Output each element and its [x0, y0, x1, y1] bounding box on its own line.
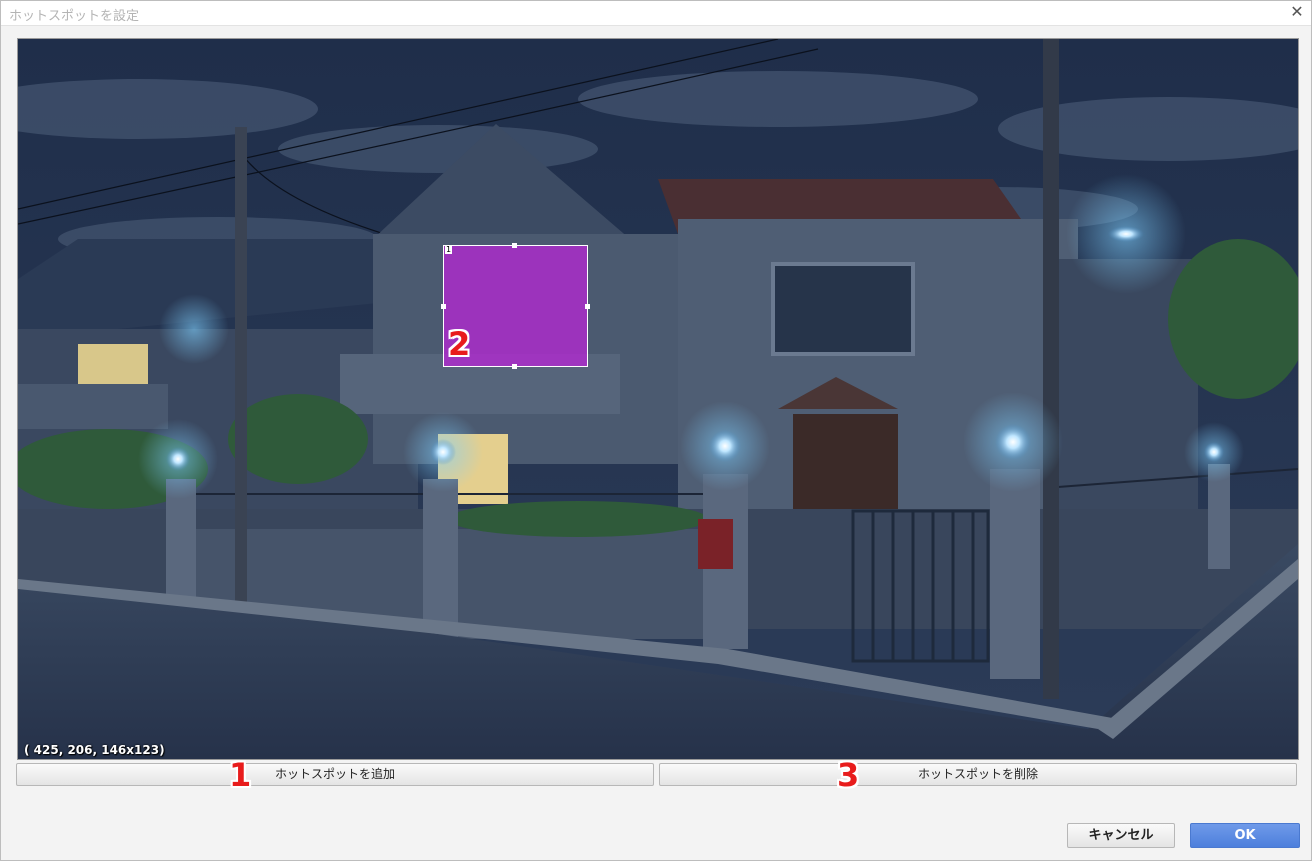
dialog-title: ホットスポットを設定	[9, 9, 140, 24]
resize-handle-right[interactable]	[585, 304, 590, 309]
delete-hotspot-button[interactable]: ホットスポットを削除	[659, 763, 1297, 786]
resize-handle-bottom[interactable]	[512, 364, 517, 369]
annotation-marker-3: 3	[837, 756, 860, 794]
annotation-marker-2: 2	[448, 325, 471, 363]
annotation-marker-1: 1	[229, 756, 252, 794]
scene-preview[interactable]: 1 2 ( 425, 206, 146x123)	[17, 38, 1299, 760]
hotspot-settings-dialog: ホットスポットを設定 ✕ 1 2 (425, 206, 146x123) ホッ…	[0, 0, 1312, 861]
background-image	[18, 39, 1298, 759]
title-bar: ホットスポットを設定 ✕	[1, 1, 1311, 26]
ok-button[interactable]: OK	[1190, 823, 1300, 848]
resize-handle-top[interactable]	[512, 243, 517, 248]
add-hotspot-button[interactable]: ホットスポットを追加	[16, 763, 654, 786]
cancel-button[interactable]: キャンセル	[1067, 823, 1175, 848]
resize-handle-left[interactable]	[441, 304, 446, 309]
hotspot-index-label: 1	[445, 245, 453, 254]
coordinates-readout: ( 425, 206, 146x123)	[24, 743, 165, 757]
close-icon[interactable]: ✕	[1287, 2, 1307, 22]
